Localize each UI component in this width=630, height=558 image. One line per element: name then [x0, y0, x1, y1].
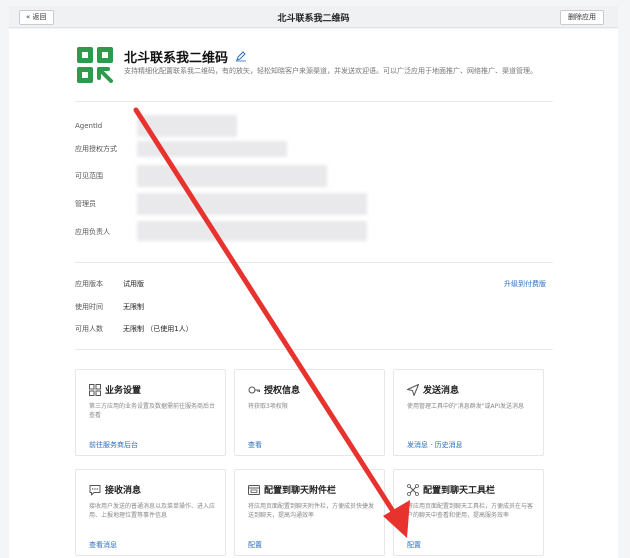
- tile-description: 将应用页面配置到聊天工具栏，方便成员在与客户的聊天中查看和使用，提高服务效率: [407, 503, 534, 519]
- info-label-visibility: 可见范围: [75, 172, 103, 180]
- view-messages-link[interactable]: 查看消息: [89, 540, 117, 550]
- redacted-owner: [137, 221, 367, 241]
- edit-icon[interactable]: [235, 50, 247, 62]
- tile-title: 发送消息: [423, 386, 460, 396]
- send-history-link[interactable]: 发消息 · 历史消息: [407, 440, 463, 450]
- divider: [75, 349, 553, 350]
- tile-chat-attachment: 配置到聊天附件栏 将应用页面配置到聊天附件栏，方便成员快捷发送到聊天，提高沟通效…: [234, 469, 385, 556]
- configure-attachment-link[interactable]: 配置: [248, 540, 262, 550]
- redacted-agentid: [137, 115, 237, 137]
- tile-title: 配置到聊天工具栏: [423, 486, 496, 496]
- tile-description: 第三方应用的业务设置及数据需前往服务商后台查看: [89, 403, 216, 419]
- tile-description: 将应用页面配置到聊天附件栏，方便成员快捷发送到聊天，提高沟通效率: [248, 503, 375, 519]
- key-icon: [248, 386, 260, 394]
- tile-send-message: 发送消息 使用管理工具中的"消息群发"或API发送消息 发消息 · 历史消息: [393, 369, 544, 456]
- app-detail-card: 北斗联系我二维码 支持精细化配置联系我二维码，有的放矢，轻松知晓客户来源渠道，并…: [9, 29, 618, 558]
- redacted-auth-mode: [137, 141, 287, 157]
- info-label-owner: 应用负责人: [75, 228, 110, 236]
- tile-title: 配置到聊天附件栏: [264, 486, 337, 496]
- redacted-admin: [137, 193, 367, 215]
- view-auth-link[interactable]: 查看: [248, 440, 262, 450]
- tile-receive-message: 接收消息 接收用户发送的普通消息以及菜单操作、进入应用、上报地理位置等事件信息 …: [75, 469, 226, 556]
- info-label-agentid: AgentId: [75, 122, 103, 130]
- tile-auth-info: 授权信息 将获取3项权限 查看: [234, 369, 385, 456]
- service-backend-link[interactable]: 前往服务商后台: [89, 440, 138, 450]
- top-bar: « 返回 北斗联系我二维码 删除应用: [9, 6, 618, 28]
- tile-chat-toolbar: 配置到聊天工具栏 将应用页面配置到聊天工具栏，方便成员在与客户的聊天中查看和使用…: [393, 469, 544, 556]
- grid-icon: [89, 384, 101, 396]
- info-label-auth-mode: 应用授权方式: [75, 145, 117, 153]
- divider: [75, 262, 553, 263]
- info-label-admin: 管理员: [75, 200, 96, 208]
- attachment-icon: [248, 485, 260, 495]
- tile-title: 授权信息: [264, 386, 301, 396]
- configure-toolbar-link[interactable]: 配置: [407, 540, 421, 550]
- delete-app-button[interactable]: 删除应用: [560, 10, 604, 25]
- upgrade-link[interactable]: 升级到付费版: [504, 279, 546, 289]
- tile-description: 接收用户发送的普通消息以及菜单操作、进入应用、上报地理位置等事件信息: [89, 503, 216, 519]
- version-label: 应用版本: [75, 280, 103, 288]
- tile-description: 使用管理工具中的"消息群发"或API发送消息: [407, 403, 525, 410]
- redacted-visibility: [137, 165, 327, 187]
- tile-business-settings: 业务设置 第三方应用的业务设置及数据需前往服务商后台查看 前往服务商后台: [75, 369, 226, 456]
- user-count-value: 无限制 （已使用1人）: [123, 325, 193, 333]
- toolbar-icon: [407, 484, 419, 496]
- send-icon: [407, 384, 419, 396]
- app-name: 北斗联系我二维码: [124, 51, 229, 66]
- tile-title: 接收消息: [105, 486, 142, 496]
- divider: [75, 101, 553, 102]
- usage-time-value: 无限制: [123, 303, 144, 311]
- app-logo-qrcode-icon: [77, 47, 113, 83]
- version-value: 试用版: [123, 280, 144, 288]
- chat-icon: [89, 485, 101, 496]
- tile-title: 业务设置: [105, 386, 142, 396]
- tile-description: 将获取3项权限: [248, 403, 288, 410]
- user-count-label: 可用人数: [75, 325, 103, 333]
- page-title: 北斗联系我二维码: [277, 14, 350, 24]
- usage-time-label: 使用时间: [75, 303, 103, 311]
- app-description: 支持精细化配置联系我二维码，有的放矢，轻松知晓客户来源渠道，并发送欢迎语。可以广…: [124, 67, 537, 75]
